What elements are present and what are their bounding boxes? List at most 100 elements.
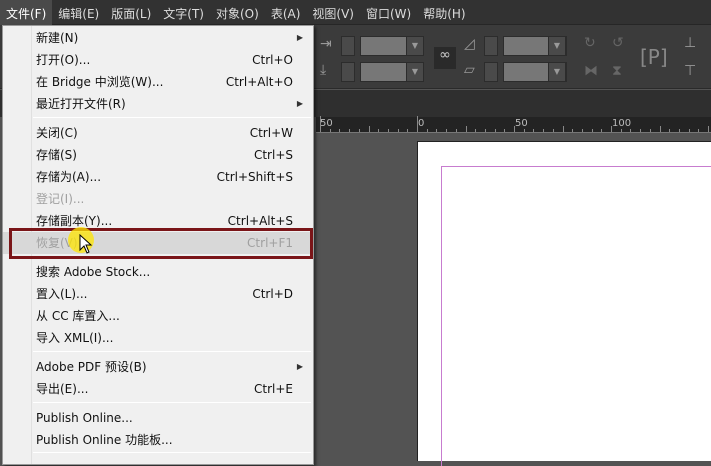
menu-item-label: 在 Bridge 中浏览(W)... xyxy=(36,75,164,89)
menu-item-shortcut: Ctrl+D xyxy=(252,287,293,301)
mouse-cursor-icon xyxy=(79,234,93,254)
submenu-arrow-icon: ▶ xyxy=(296,33,303,42)
menu-item[interactable]: 打开(O)... Ctrl+O xyxy=(3,49,313,71)
menu-item-label: 搜索 Adobe Stock... xyxy=(36,265,151,279)
menu-item-shortcut: Ctrl+E xyxy=(254,382,293,396)
menu-edit[interactable]: 编辑(E) xyxy=(52,0,105,25)
shear-stepper[interactable] xyxy=(484,62,498,82)
menu-item-shortcut: Ctrl+Alt+O xyxy=(225,75,293,89)
menu-separator xyxy=(33,351,311,352)
menu-item-shortcut: Ctrl+W xyxy=(249,126,293,140)
ruler-tick xyxy=(387,129,389,132)
select-container-icon[interactable]: ⊥ xyxy=(684,35,696,51)
menu-item-label: 从 CC 库置入... xyxy=(36,309,120,323)
flip-horizontal-icon[interactable]: ⧓ xyxy=(584,63,598,79)
ruler-tick xyxy=(678,129,680,132)
ruler-tick xyxy=(320,116,321,132)
menu-file[interactable]: 文件(F) xyxy=(0,0,53,25)
horizontal-ruler[interactable]: 50 0 50 100 xyxy=(316,116,711,133)
ruler-label: 100 xyxy=(612,118,632,129)
shear-dropdown[interactable]: ▼ xyxy=(548,62,566,82)
menu-item-label: 导入 XML(I)... xyxy=(36,331,114,345)
margin-guide xyxy=(441,166,711,466)
menu-item[interactable]: 存储(S) Ctrl+S xyxy=(3,144,313,166)
menu-item-label: Publish Online 功能板... xyxy=(36,433,173,447)
menu-item-label: 打开(O)... xyxy=(36,53,91,67)
menu-table[interactable]: 表(A) xyxy=(265,0,307,25)
angle-stepper[interactable] xyxy=(484,36,498,56)
height-dropdown[interactable]: ▼ xyxy=(406,62,424,82)
menu-item[interactable]: 置入(L)... Ctrl+D xyxy=(3,283,313,305)
menu-item: 登记(I)... xyxy=(3,188,313,210)
ruler-tick xyxy=(688,129,690,132)
menu-item-shortcut: Ctrl+Shift+S xyxy=(216,170,293,184)
menu-item-label: 置入(L)... xyxy=(36,287,88,301)
ruler-tick xyxy=(339,129,341,132)
submenu-arrow-icon: ▶ xyxy=(296,99,303,108)
menu-separator xyxy=(33,402,311,403)
menu-item-label: 新建(N) xyxy=(36,31,79,45)
menu-separator xyxy=(33,452,311,453)
menu-item-label: 导出(E)... xyxy=(36,382,89,396)
menu-help[interactable]: 帮助(H) xyxy=(417,0,471,25)
rotate-ccw-icon[interactable]: ↺ xyxy=(612,35,624,51)
ruler-tick xyxy=(533,129,535,132)
height-icon: ⤓ xyxy=(320,62,327,78)
menu-object[interactable]: 对象(O) xyxy=(210,0,265,25)
width-stepper[interactable] xyxy=(341,36,355,56)
menu-item[interactable]: 导出(E)... Ctrl+E xyxy=(3,378,313,400)
menu-type[interactable]: 文字(T) xyxy=(157,0,210,25)
ruler-tick xyxy=(543,129,545,132)
menu-item[interactable]: Publish Online... xyxy=(3,407,313,429)
shear-icon: ▱ xyxy=(464,62,475,78)
ruler-tick xyxy=(649,129,651,132)
menu-item[interactable]: 在 Bridge 中浏览(W)... Ctrl+Alt+O xyxy=(3,71,313,93)
angle-dropdown[interactable]: ▼ xyxy=(548,36,566,56)
link-icon[interactable]: ∞ xyxy=(434,47,456,69)
menu-item[interactable]: 存储为(A)... Ctrl+Shift+S xyxy=(3,166,313,188)
menu-window[interactable]: 窗口(W) xyxy=(360,0,417,25)
ruler-tick xyxy=(407,129,409,132)
rotate-angle-icon: ◿ xyxy=(464,36,475,52)
ruler-tick xyxy=(620,129,622,132)
menu-item[interactable]: 导入 XML(I)... xyxy=(3,327,313,349)
ruler-tick xyxy=(552,129,554,132)
ruler-tick xyxy=(572,129,574,132)
ruler-label: 0 xyxy=(418,118,425,129)
menu-item[interactable]: 搜索 Adobe Stock... xyxy=(3,261,313,283)
menu-item[interactable]: 新建(N) ▶ xyxy=(3,27,313,49)
width-icon: ⇥ xyxy=(320,36,332,52)
submenu-arrow-icon: ▶ xyxy=(296,362,303,371)
menu-item-shortcut: Ctrl+S xyxy=(253,148,293,162)
ruler-tick xyxy=(504,129,506,132)
menu-item[interactable]: Adobe PDF 预设(B) ▶ xyxy=(3,356,313,378)
ruler-tick xyxy=(562,126,564,132)
ruler-tick xyxy=(514,126,515,132)
ruler-tick xyxy=(494,129,496,132)
ruler-tick xyxy=(358,129,360,132)
height-stepper[interactable] xyxy=(341,62,355,82)
menu-item[interactable]: 最近打开文件(R) ▶ xyxy=(3,93,313,115)
menu-item-label: 存储为(A)... xyxy=(36,170,102,184)
ruler-tick xyxy=(329,129,331,132)
menu-layout[interactable]: 版面(L) xyxy=(105,0,157,25)
paragraph-icon[interactable]: [P] xyxy=(640,45,668,69)
ruler-label: 50 xyxy=(515,118,528,129)
ruler-tick xyxy=(591,129,593,132)
menu-item-label: 存储(S) xyxy=(36,148,77,162)
width-dropdown[interactable]: ▼ xyxy=(406,36,424,56)
ruler-tick xyxy=(659,126,661,132)
select-content-icon[interactable]: ⊤ xyxy=(684,63,696,79)
ruler-tick xyxy=(446,129,448,132)
menu-item[interactable]: 从 CC 库置入... xyxy=(3,305,313,327)
menu-item[interactable]: 关闭(C) Ctrl+W xyxy=(3,122,313,144)
menu-item-label: 关闭(C) xyxy=(36,126,78,140)
menu-item[interactable]: Publish Online 功能板... xyxy=(3,429,313,451)
ruler-tick xyxy=(426,129,428,132)
rotate-cw-icon[interactable]: ↻ xyxy=(584,35,596,51)
menu-view[interactable]: 视图(V) xyxy=(306,0,360,25)
flip-vertical-icon[interactable]: ⧗ xyxy=(612,63,622,79)
ruler-tick xyxy=(368,126,370,132)
menu-item-label: 登记(I)... xyxy=(36,192,85,206)
highlight-box xyxy=(9,228,313,259)
